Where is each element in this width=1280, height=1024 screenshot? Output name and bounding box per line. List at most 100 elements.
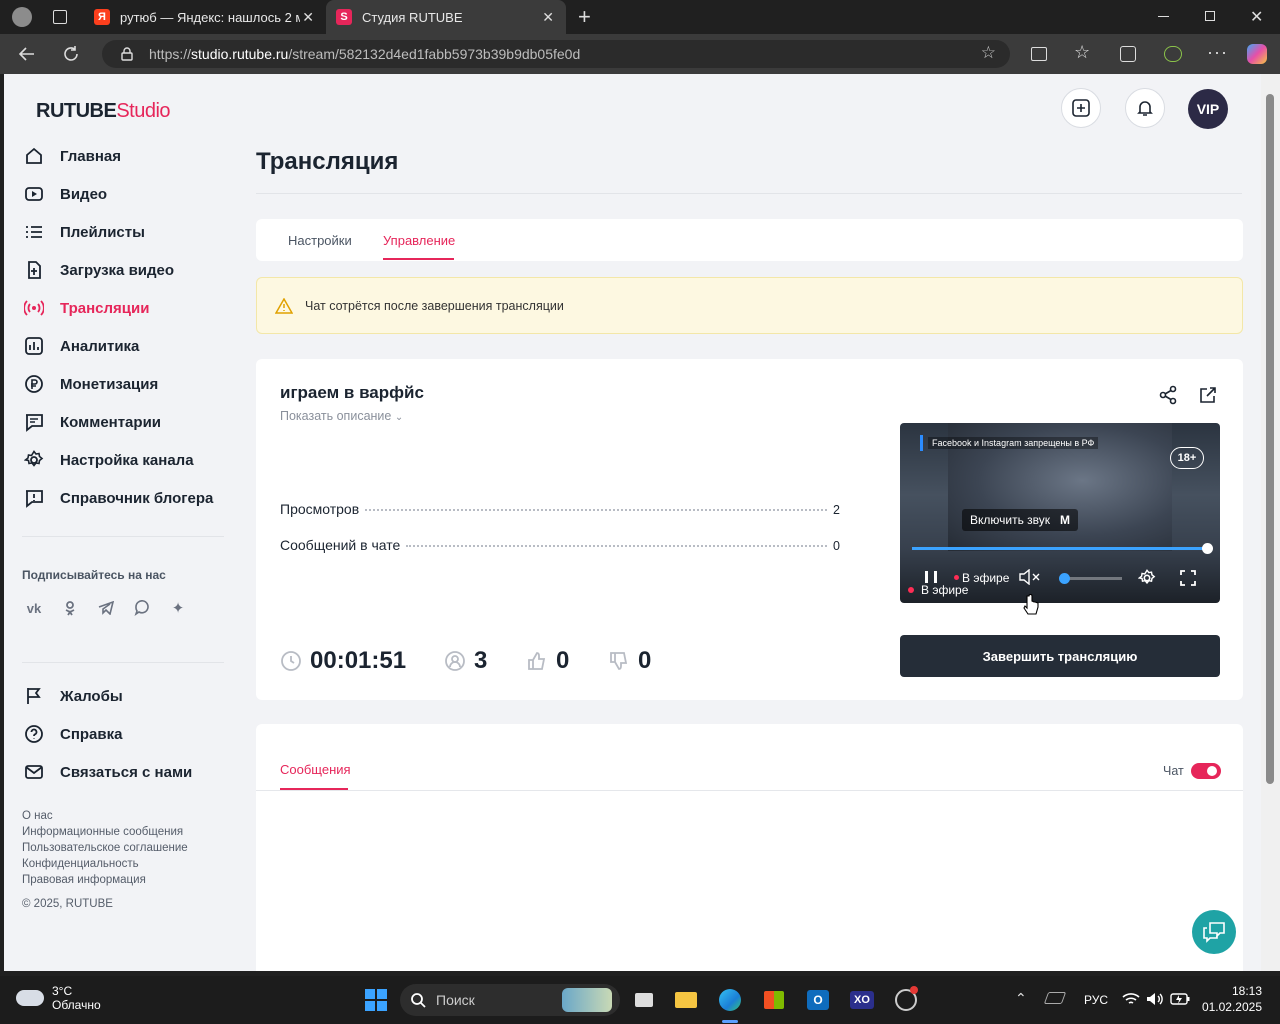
- telegram-icon[interactable]: [94, 596, 118, 620]
- new-tab-icon[interactable]: +: [578, 4, 591, 30]
- language-indicator[interactable]: РУС: [1084, 993, 1108, 1007]
- video-player[interactable]: Facebook и Instagram запрещены в РФ 18+ …: [900, 423, 1220, 603]
- close-tab-icon[interactable]: ✕: [542, 9, 554, 26]
- battery-icon[interactable]: [1170, 993, 1190, 1005]
- volume-knob[interactable]: [1059, 573, 1070, 584]
- chat-toggle[interactable]: [1191, 763, 1221, 779]
- restore-icon[interactable]: [1205, 11, 1215, 21]
- sidebar-item-playlists[interactable]: Плейлисты: [24, 222, 145, 242]
- store-icon[interactable]: [760, 986, 788, 1014]
- stream-card: играем в варфйс Показать описание ⌄ Прос…: [256, 359, 1243, 700]
- settings-gear-icon[interactable]: [1138, 569, 1156, 587]
- page-scrollbar[interactable]: [1261, 74, 1280, 971]
- share-icon[interactable]: [1158, 385, 1178, 405]
- browser-tab-yandex[interactable]: Я рутюб — Яндекс: нашлось 2 млн ✕: [84, 0, 326, 34]
- show-description-toggle[interactable]: Показать описание ⌄: [280, 409, 403, 423]
- file-explorer-icon[interactable]: [672, 986, 700, 1014]
- bell-icon: [1137, 101, 1153, 116]
- create-button[interactable]: [1061, 88, 1101, 128]
- edge-browser-icon[interactable]: [716, 986, 744, 1014]
- clock[interactable]: 18:13 01.02.2025: [1198, 984, 1262, 1014]
- tab-settings[interactable]: Настройки: [288, 233, 352, 248]
- xbox-app-icon[interactable]: XO: [848, 986, 876, 1014]
- outlook-icon[interactable]: O: [804, 986, 832, 1014]
- more-menu-icon[interactable]: ···: [1207, 42, 1228, 63]
- sidebar-item-complaints[interactable]: Жалобы: [24, 686, 123, 706]
- sidebar-item-analytics[interactable]: Аналитика: [24, 336, 139, 356]
- browser-tab-studio[interactable]: S Студия RUTUBE ✕: [326, 0, 566, 34]
- sidebar-item-blogger-guide[interactable]: Справочник блогера: [24, 488, 213, 508]
- split-screen-icon[interactable]: [1031, 47, 1047, 61]
- sidebar-item-monetization[interactable]: Монетизация: [24, 374, 158, 394]
- profile-icon[interactable]: [12, 7, 32, 27]
- minimize-icon[interactable]: [1158, 16, 1169, 17]
- live-badge-text: В эфире: [921, 583, 969, 597]
- task-view-icon[interactable]: [630, 986, 658, 1014]
- volume-track[interactable]: [1059, 573, 1122, 584]
- dislikes-metric: 0: [608, 647, 651, 675]
- taskbar-search[interactable]: Поиск: [400, 984, 620, 1016]
- progress-track[interactable]: [912, 543, 1213, 554]
- start-menu-icon[interactable]: [362, 986, 390, 1014]
- copilot-icon[interactable]: [1247, 44, 1267, 64]
- muted-speaker-icon[interactable]: [1018, 569, 1044, 585]
- views-stat: Просмотров 2: [280, 501, 840, 517]
- sidebar-item-channel-settings[interactable]: Настройка канала: [24, 450, 194, 470]
- tab-actions-icon[interactable]: [53, 10, 67, 24]
- address-bar[interactable]: https://studio.rutube.ru/stream/582132d4…: [102, 40, 1010, 68]
- support-chat-button[interactable]: [1192, 910, 1236, 954]
- fullscreen-icon[interactable]: [1180, 570, 1196, 586]
- sidebar-item-upload[interactable]: Загрузка видео: [24, 260, 174, 280]
- tab-control[interactable]: Управление: [383, 233, 455, 248]
- progress-knob[interactable]: [1202, 543, 1213, 554]
- close-tab-icon[interactable]: ✕: [302, 9, 314, 26]
- unmute-hint[interactable]: Включить звук M: [962, 509, 1079, 531]
- wifi-icon[interactable]: [1122, 992, 1140, 1006]
- browser-tab-bar: Я рутюб — Яндекс: нашлось 2 млн ✕ S Студ…: [0, 0, 1280, 34]
- tabs-bar: Настройки Управление: [256, 219, 1243, 261]
- notifications-button[interactable]: [1125, 88, 1165, 128]
- sidebar-item-comments[interactable]: Комментарии: [24, 412, 161, 432]
- footer-link-user-agreement[interactable]: Пользовательское соглашение: [22, 842, 188, 854]
- sidebar-item-broadcasts[interactable]: Трансляции: [24, 298, 149, 318]
- site-info-icon[interactable]: [120, 47, 134, 61]
- volume-icon[interactable]: [1146, 992, 1164, 1006]
- reload-icon[interactable]: [62, 45, 80, 63]
- vk-icon[interactable]: vk: [22, 596, 46, 620]
- open-external-icon[interactable]: [1198, 385, 1218, 405]
- duration-value: 00:01:51: [310, 647, 407, 674]
- ok-icon[interactable]: [58, 596, 82, 620]
- footer-link-legal[interactable]: Правовая информация: [22, 874, 146, 886]
- scrollbar-thumb[interactable]: [1266, 94, 1274, 784]
- sidebar-item-help[interactable]: Справка: [24, 724, 122, 744]
- sidebar-item-contact[interactable]: Связаться с нами: [24, 762, 192, 782]
- chevron-up-icon[interactable]: ⌃: [1015, 990, 1027, 1007]
- search-highlight-image: [562, 988, 612, 1012]
- pause-icon[interactable]: [925, 571, 937, 583]
- url-host: studio.rutube.ru: [191, 46, 289, 62]
- collections-icon[interactable]: [1120, 46, 1136, 62]
- app-icon[interactable]: [892, 986, 920, 1014]
- favorite-star-icon[interactable]: ☆: [981, 43, 996, 63]
- back-icon[interactable]: [18, 45, 36, 63]
- sparkle-icon[interactable]: ✦: [166, 596, 190, 620]
- network-off-icon[interactable]: [1043, 992, 1067, 1004]
- chat-toggle-label: Чат: [1163, 764, 1184, 778]
- clock-time: 18:13: [1231, 984, 1262, 998]
- weather-widget[interactable]: 3°C Облачно: [16, 984, 101, 1012]
- tab-messages[interactable]: Сообщения: [280, 762, 351, 777]
- favorites-icon[interactable]: ☆: [1074, 42, 1090, 63]
- extensions-icon[interactable]: [1164, 46, 1182, 62]
- avatar-text: VIP: [1196, 101, 1220, 117]
- avatar[interactable]: VIP: [1188, 89, 1228, 129]
- sidebar-item-video[interactable]: Видео: [24, 184, 107, 204]
- end-broadcast-button[interactable]: Завершить трансляцию: [900, 635, 1220, 677]
- sidebar-item-home[interactable]: Главная: [24, 146, 121, 166]
- rutube-studio-logo[interactable]: RUTUBEStudio: [36, 100, 171, 123]
- footer-link-privacy[interactable]: Конфиденциальность: [22, 858, 139, 870]
- footer-link-info-messages[interactable]: Информационные сообщения: [22, 826, 183, 838]
- viber-icon[interactable]: [130, 596, 154, 620]
- viewers-value: 3: [474, 647, 488, 674]
- close-window-icon[interactable]: ✕: [1250, 7, 1263, 27]
- footer-link-about[interactable]: О нас: [22, 810, 53, 822]
